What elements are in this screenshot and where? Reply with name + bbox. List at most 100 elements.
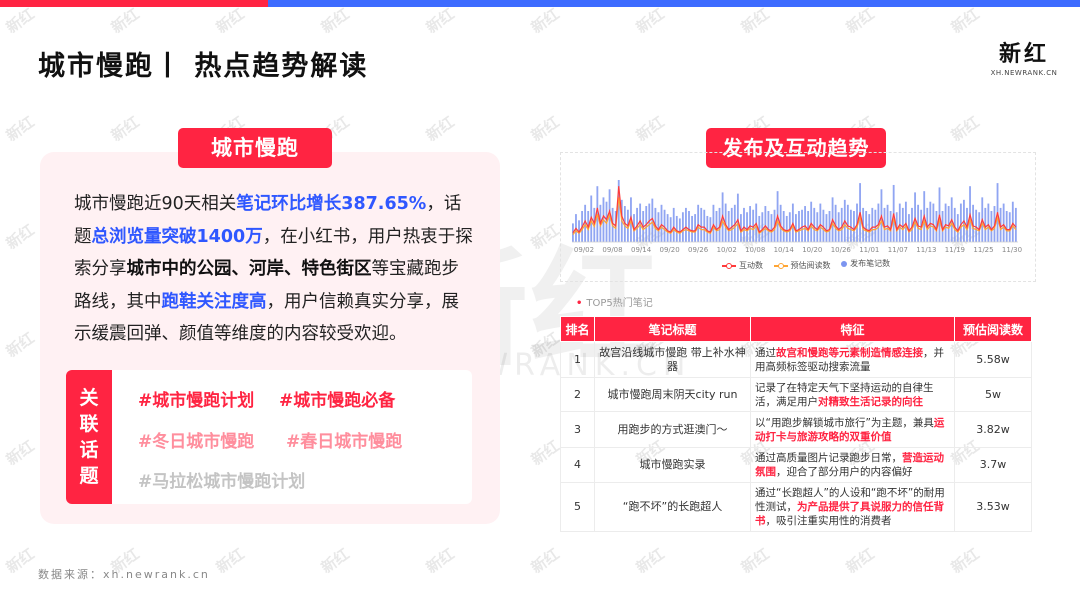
posts-bar xyxy=(1014,207,1017,242)
cell-rank: 4 xyxy=(560,447,595,483)
table-row[interactable]: 2 城市慢跑周末阴天city run 记录了在特定天气下坚持运动的自律生活，满足用户… xyxy=(560,377,1032,412)
posts-bar xyxy=(703,209,706,242)
x-tick-label: 09/08 xyxy=(602,246,622,254)
posts-bar xyxy=(959,203,962,242)
watermark-tile: 新红 xyxy=(947,4,983,37)
topic-tag[interactable]: #城市慢跑计划 xyxy=(138,386,254,411)
cell-title: 故宫沿线城市慢跑 带上补水神器 xyxy=(594,341,751,378)
x-tick-label: 09/26 xyxy=(688,246,709,254)
table-row[interactable]: 4 城市慢跑实录 通过高质量图片记录跑步日常，营造运动氛围，迎合了部分用户的内容偏好… xyxy=(560,447,1032,483)
watermark-tile: 新红 xyxy=(2,544,38,577)
posts-bar xyxy=(849,209,852,242)
cell-rank: 5 xyxy=(560,482,595,532)
topics-label-char: 题 xyxy=(79,465,99,487)
watermark-tile: 新红 xyxy=(842,544,878,577)
topic-tag[interactable]: #城市慢跑必备 xyxy=(279,386,395,411)
posts-bar xyxy=(736,193,739,242)
watermark-tile: 新红 xyxy=(2,4,38,37)
watermark-tile: 新红 xyxy=(527,220,563,253)
x-tick-label: 11/01 xyxy=(859,246,879,254)
posts-bar xyxy=(871,207,874,242)
posts-bar xyxy=(761,212,764,242)
posts-bar xyxy=(810,201,813,242)
summary-text-segment: 跑鞋关注度高 xyxy=(161,291,267,312)
posts-bar xyxy=(990,211,993,242)
summary-tag: 城市慢跑 xyxy=(178,128,332,168)
feature-segment: 通过 xyxy=(755,346,776,359)
posts-bar xyxy=(700,207,703,242)
watermark-tile: 新红 xyxy=(317,544,353,577)
watermark-tile: 新红 xyxy=(212,4,248,37)
top5-table: 排名 笔记标题 特征 预估阅读数 1 故宫沿线城市慢跑 带上补水神器 通过故宫和慢跑… xyxy=(560,316,1032,532)
watermark-tile: 新红 xyxy=(2,436,38,469)
watermark-tile: 新红 xyxy=(2,328,38,361)
top5-label: • TOP5热门笔记 xyxy=(576,298,653,309)
col-header-rank: 排名 xyxy=(560,316,595,342)
topic-tag[interactable]: #冬日城市慢跑 xyxy=(138,427,254,452)
posts-bar xyxy=(837,212,840,242)
table-row[interactable]: 5 “跑不坏”的长跑超人 通过“长跑超人”的人设和“跑不坏”的耐用性测试，为产品提供… xyxy=(560,482,1032,532)
col-header-reads: 预估阅读数 xyxy=(954,316,1032,342)
posts-bar xyxy=(669,217,672,242)
posts-bar xyxy=(648,203,651,242)
trend-chart: 09/02 09/08 09/14 09/20 09/26 10/02 10/08 10/14… xyxy=(572,180,1022,254)
posts-bar xyxy=(901,207,904,242)
cell-reads: 5.58w xyxy=(954,341,1032,378)
watermark-tile: 新红 xyxy=(212,544,248,577)
summary-text-segment: 城市慢跑近90天相关 xyxy=(74,194,237,214)
posts-bar xyxy=(807,211,810,242)
posts-bar xyxy=(929,201,932,242)
summary-text-segment: 总浏览量突破1400万 xyxy=(91,226,263,247)
x-tick-label: 11/19 xyxy=(945,246,965,254)
posts-bar xyxy=(813,207,816,242)
cell-feature: 通过高质量图片记录跑步日常，营造运动氛围，迎合了部分用户的内容偏好 xyxy=(750,447,955,483)
posts-bar xyxy=(853,211,855,242)
chart-legend: 互动数 预估阅读数 发布笔记数 xyxy=(722,258,898,271)
cell-title: “跑不坏”的长跑超人 xyxy=(594,482,751,532)
posts-bar xyxy=(801,209,803,242)
posts-bar xyxy=(681,212,684,242)
cell-reads: 5w xyxy=(954,377,1032,412)
topic-tag[interactable]: #春日城市慢跑 xyxy=(286,427,402,452)
posts-bar xyxy=(819,203,822,242)
posts-bar xyxy=(730,207,733,242)
topics-label-char: 联 xyxy=(79,413,99,435)
watermark-tile: 新红 xyxy=(2,220,38,253)
posts-bar xyxy=(785,215,788,242)
x-tick-label: 10/08 xyxy=(745,246,765,254)
cell-title: 城市慢跑实录 xyxy=(594,447,751,483)
col-header-title: 笔记标题 xyxy=(594,316,751,342)
posts-bar xyxy=(764,206,767,242)
feature-segment: 以“用跑步解锁城市旅行”为主题，兼具 xyxy=(755,416,934,429)
feature-segment: 故宫和慢跑等元素制造情感连接 xyxy=(776,346,923,359)
cell-feature: 通过故宫和慢跑等元素制造情感连接，并用高频标签驱动搜索流量 xyxy=(750,341,955,378)
watermark-tile: 新红 xyxy=(947,544,983,577)
x-tick-label: 11/07 xyxy=(888,246,908,254)
cell-reads: 3.53w xyxy=(954,482,1032,532)
topics-label-char: 话 xyxy=(79,439,99,461)
summary-text-segment: 城市中的公园、河岸、特色街区 xyxy=(126,259,372,279)
topic-tag[interactable]: #马拉松城市慢跑计划 xyxy=(138,467,305,492)
posts-bar xyxy=(694,214,697,242)
cell-rank: 1 xyxy=(560,341,595,378)
watermark-tile: 新红 xyxy=(422,544,458,577)
cell-reads: 3.82w xyxy=(954,411,1032,448)
posts-bar xyxy=(798,211,800,242)
posts-bar xyxy=(678,218,681,242)
x-tick-label: 11/25 xyxy=(973,246,993,254)
watermark-tile: 新红 xyxy=(107,4,143,37)
cell-rank: 2 xyxy=(560,377,595,412)
top-accent-bar-blue xyxy=(268,0,1080,7)
watermark-tile: 新红 xyxy=(632,112,668,145)
table-row[interactable]: 3 用跑步的方式逛澳门～ 以“用跑步解锁城市旅行”为主题，兼具运动打卡与旅游攻略的双… xyxy=(560,411,1032,448)
posts-bar xyxy=(706,215,709,242)
cell-feature: 记录了在特定天气下坚持运动的自律生活，满足用户对精致生活记录的向往 xyxy=(750,377,955,412)
col-header-feature: 特征 xyxy=(750,316,955,342)
posts-bar xyxy=(1005,211,1008,242)
page-title: 城市慢跑丨 热点趋势解读 xyxy=(38,51,369,82)
watermark-tile: 新红 xyxy=(2,112,38,145)
table-row[interactable]: 1 故宫沿线城市慢跑 带上补水神器 通过故宫和慢跑等元素制造情感连接，并用高频标签驱… xyxy=(560,341,1032,378)
posts-bar xyxy=(932,203,935,242)
posts-bar xyxy=(770,214,773,242)
data-source: 数据来源：xh.newrank.cn xyxy=(38,568,210,581)
